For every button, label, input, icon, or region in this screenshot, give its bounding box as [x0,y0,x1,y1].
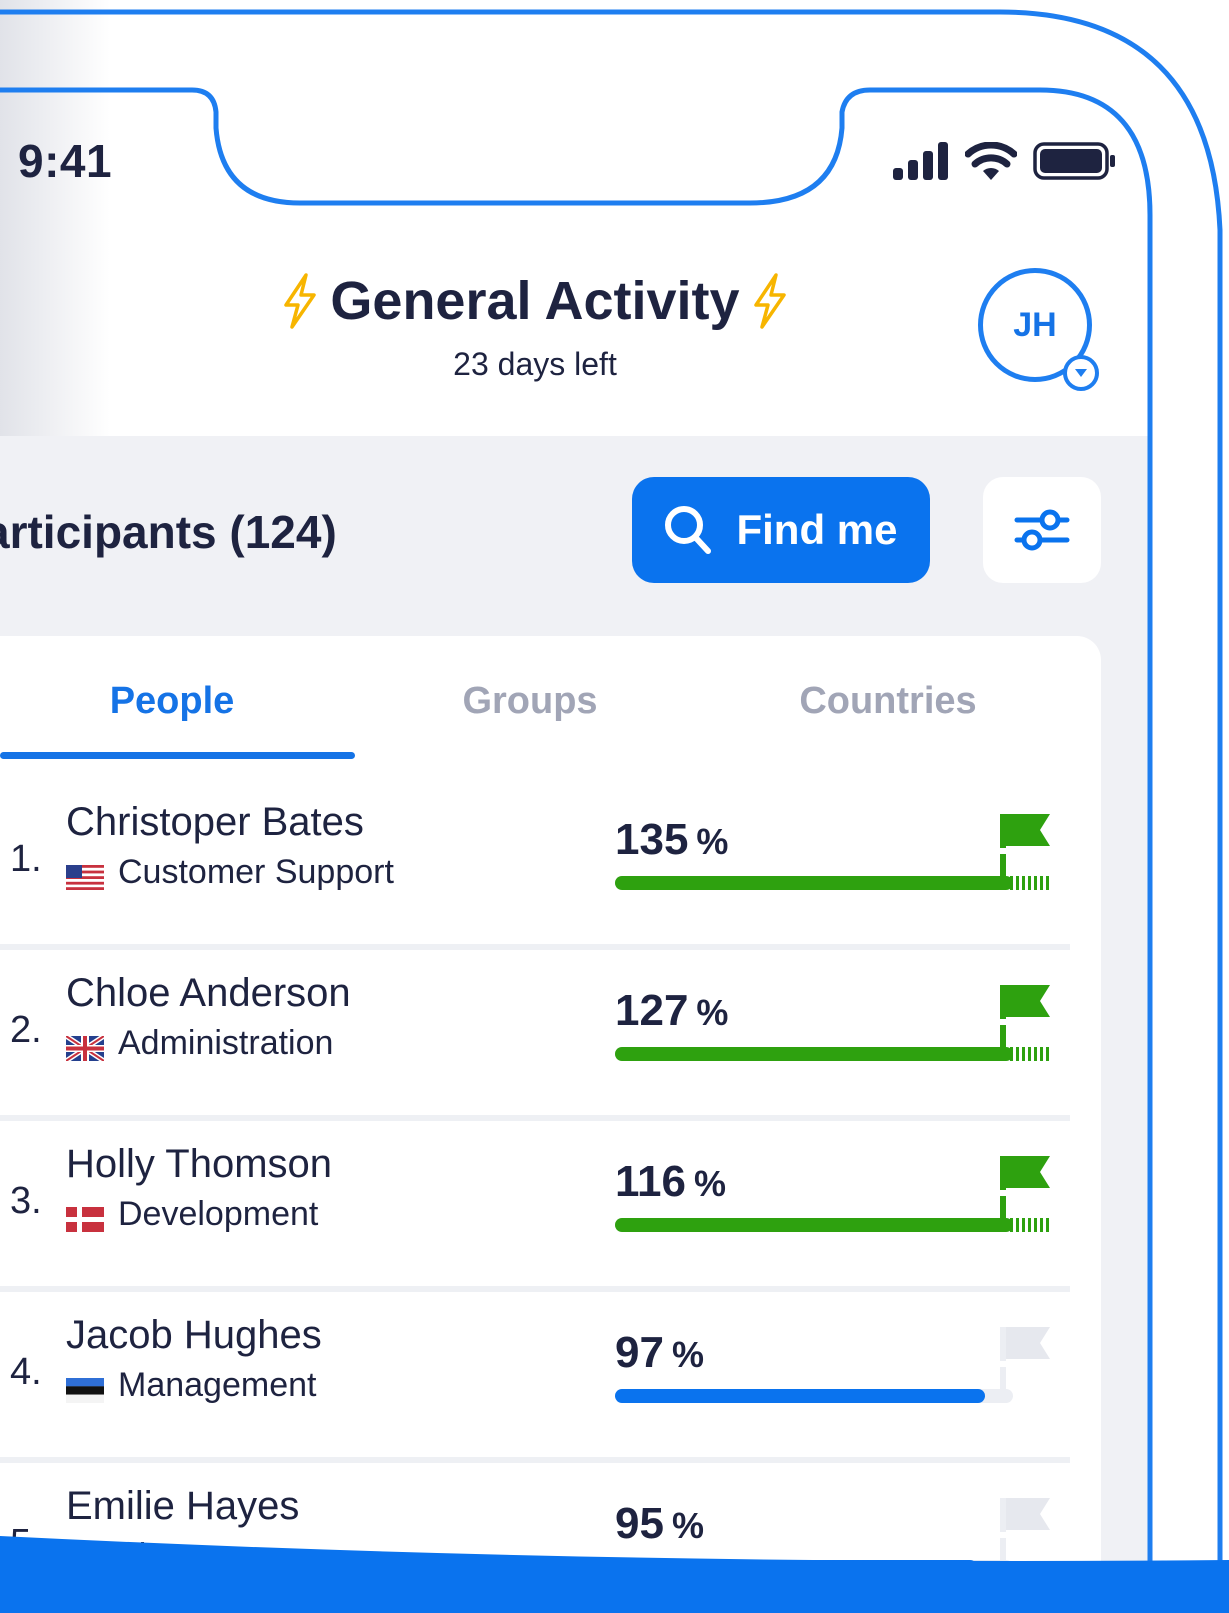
tab-people[interactable]: People [62,680,282,723]
rank-number: 2. [10,1009,42,1051]
find-me-label: Find me [736,506,898,553]
leaderboard-row[interactable]: 1. Christoper Bates Customer Support 135… [0,780,1070,950]
row-divider [0,1115,1070,1121]
percent-value: 116 [615,1157,686,1206]
percent-sign: % [671,1505,704,1546]
leaderboard-row[interactable]: 2. Chloe Anderson Administration 127 % [0,951,1070,1121]
percent-value: 97 [615,1328,664,1377]
tab-groups[interactable]: Groups [420,680,640,723]
find-me-button[interactable]: Find me [632,477,930,583]
participant-department: Administration [64,1024,334,1064]
progress-percent: 127 % [615,986,728,1036]
participant-name: Chloe Anderson [66,971,351,1015]
participant-department: Management [66,1366,316,1405]
country-flag-icon [66,860,104,890]
department-label: Management [118,1366,317,1404]
participant-department: Development [66,1195,318,1234]
row-divider [0,944,1070,950]
participants-count: articipants (124) [0,506,337,558]
participant-name: Christoper Bates [66,800,364,844]
progress-fill [615,876,1013,890]
row-divider [0,1457,1070,1463]
participant-department: Finance [66,1537,239,1576]
department-label: Customer Support [118,853,394,891]
avatar-initials: JH [1013,305,1057,344]
participant-name: Emilie Hayes [66,1484,300,1528]
department-label: Administration [118,1024,334,1062]
tab-countries[interactable]: Countries [778,680,998,723]
leaderboard-row[interactable]: 3. Holly Thomson Development 116 % [0,1122,1070,1292]
progress-percent: 116 % [615,1157,726,1207]
progress-track [615,1218,1013,1232]
signal-icon [893,142,948,180]
country-flag-icon [64,1031,106,1064]
lightning-icon [284,273,317,329]
participant-name: Jacob Hughes [66,1313,322,1357]
progress-track [615,1389,1013,1403]
rank-number: 3. [10,1180,42,1222]
goal-flag-icon [1000,1327,1050,1403]
sliders-icon [1014,509,1070,551]
progress-track [615,876,1013,890]
percent-sign: % [671,1334,704,1375]
percent-value: 127 [615,986,689,1035]
progress-track [615,1047,1013,1061]
wifi-icon [965,142,1017,180]
participant-department: Customer Support [66,853,394,892]
goal-flag-icon [1000,814,1050,890]
progress-fill [615,1560,977,1574]
rank-number: 4. [10,1351,42,1393]
percent-value: 95 [615,1499,664,1548]
progress-fill [615,1047,1013,1061]
country-flag-icon [66,1202,104,1232]
filter-button[interactable] [983,477,1101,583]
department-label: Finance [118,1537,239,1575]
leaderboard-row[interactable]: 5. Emilie Hayes Finance 95 % [0,1464,1070,1613]
goal-flag-icon [1000,1156,1050,1232]
rank-number: 5. [10,1522,42,1564]
progress-percent: 95 % [615,1499,704,1549]
goal-flag-icon [1000,985,1050,1061]
days-left: 23 days left [453,346,617,382]
progress-track [615,1560,1013,1574]
percent-value: 135 [615,815,689,864]
status-time: 9:41 [18,135,113,187]
page-title: General Activity [250,270,820,332]
status-icons [893,142,1117,180]
country-flag-icon [66,1544,104,1574]
leaderboard-row[interactable]: 4. Jacob Hughes Management 97 % [0,1293,1070,1463]
progress-percent: 135 % [615,815,728,865]
department-label: Development [118,1195,319,1233]
row-divider [0,1286,1070,1292]
participant-name: Holly Thomson [66,1142,333,1186]
rank-number: 1. [10,838,42,880]
percent-sign: % [696,992,729,1033]
percent-sign: % [693,1163,726,1204]
avatar-dropdown[interactable] [1063,355,1099,391]
title-text: General Activity [330,271,740,331]
active-tab-indicator [0,752,355,759]
progress-percent: 97 % [615,1328,704,1378]
country-flag-icon [66,1373,104,1403]
progress-fill [615,1389,985,1403]
battery-icon [1033,142,1115,180]
lightning-icon [753,273,786,329]
percent-sign: % [696,821,729,862]
chevron-down-icon [1075,369,1087,377]
search-icon [665,506,712,554]
goal-flag-icon [1000,1498,1050,1574]
progress-fill [615,1218,1013,1232]
